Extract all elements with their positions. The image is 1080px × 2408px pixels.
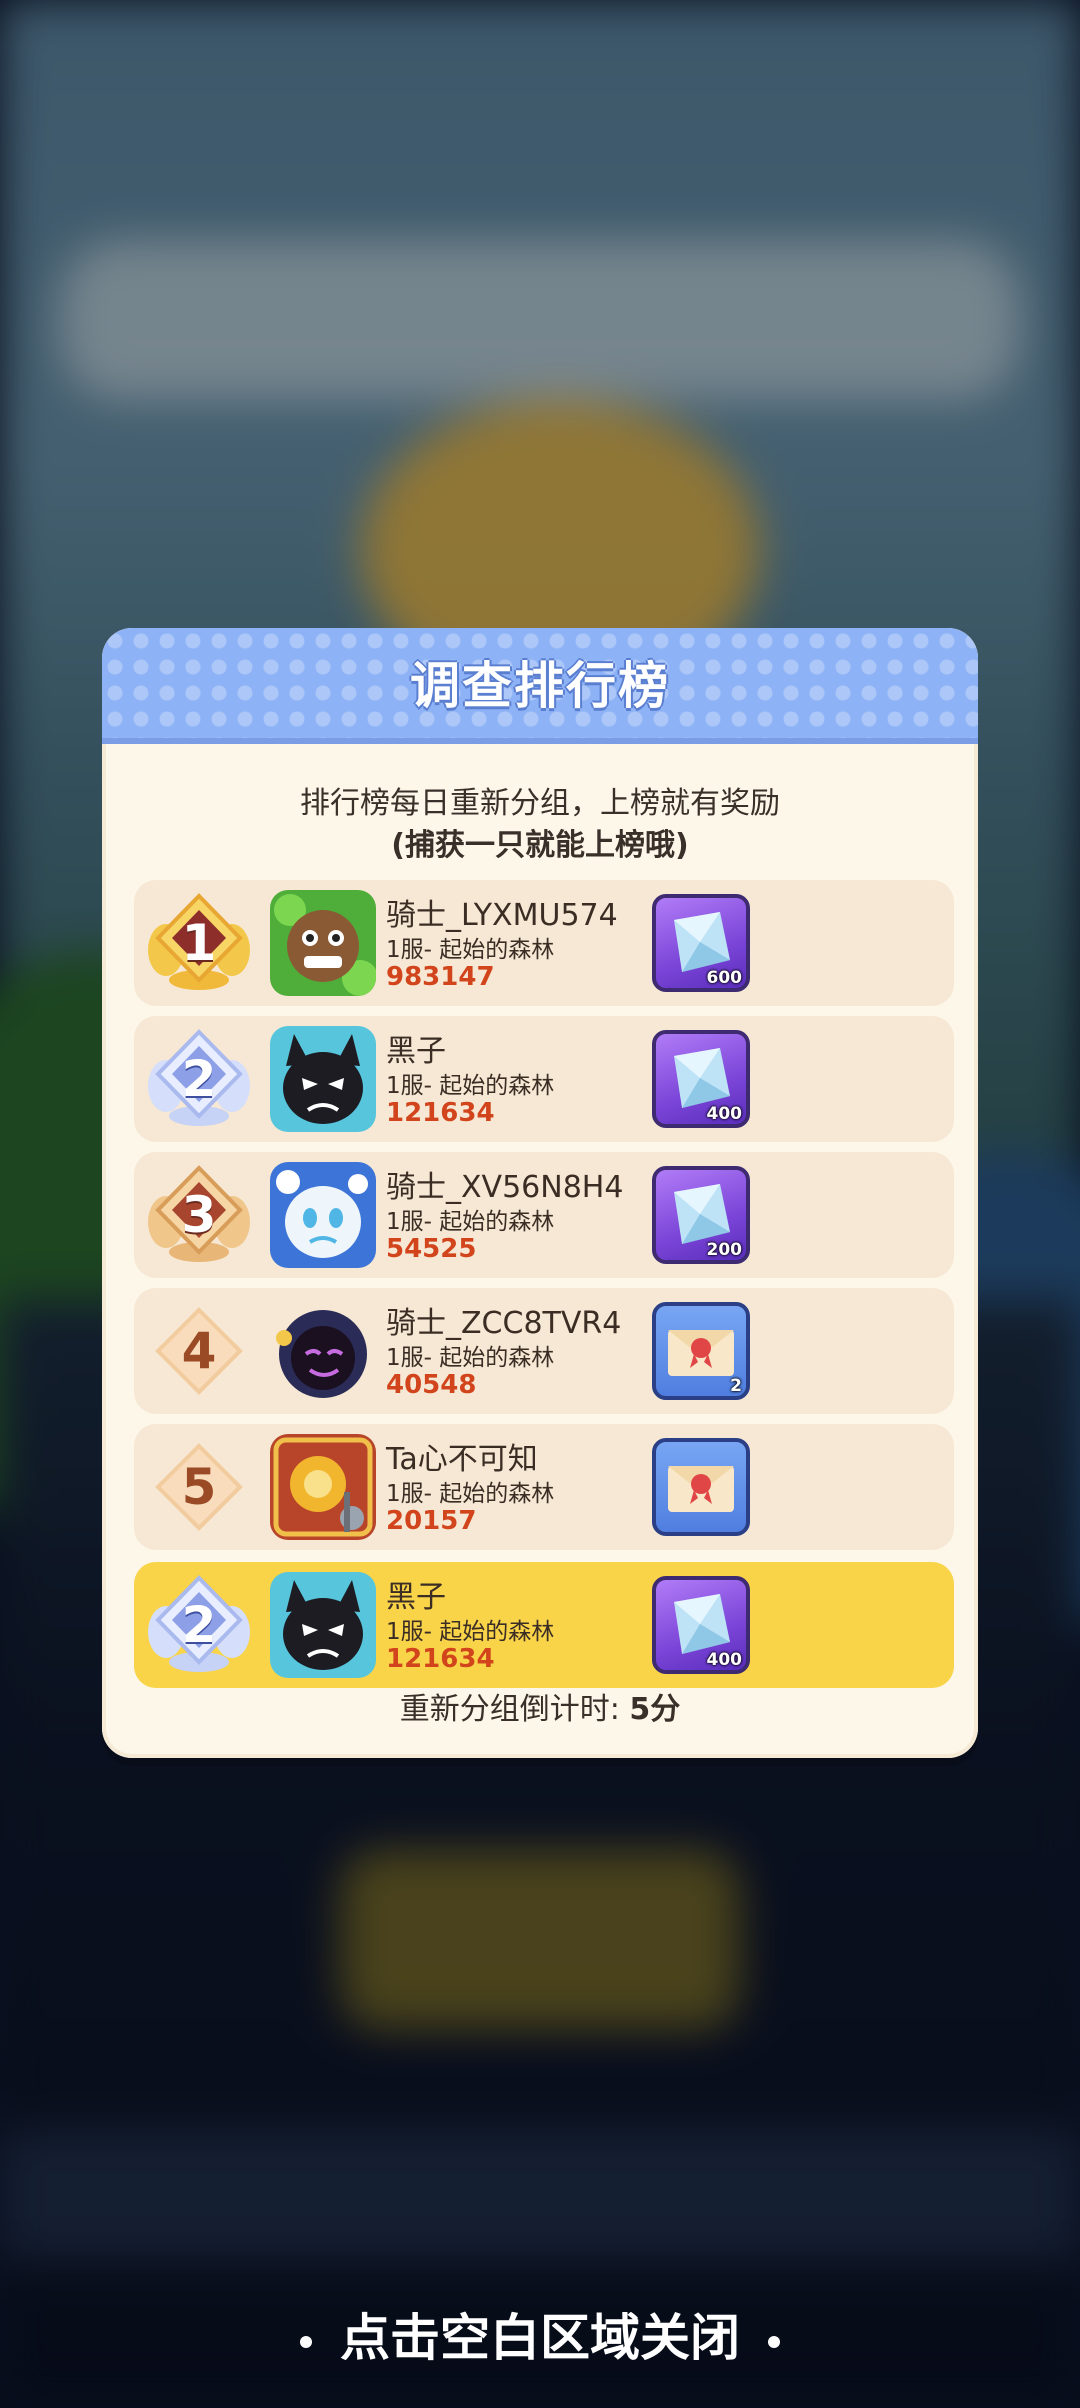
- rank-number: 2: [181, 1596, 217, 1654]
- gem-reward[interactable]: 400: [652, 1576, 750, 1674]
- black-cat-avatar[interactable]: [270, 1572, 376, 1678]
- white-ghost-icon: [270, 1162, 376, 1268]
- brown-monster-icon: [270, 890, 376, 996]
- reward-count: 600: [706, 968, 743, 988]
- mail-reward[interactable]: [652, 1438, 750, 1536]
- description-line-1: 排行榜每日重新分组，上榜就有奖励: [300, 786, 780, 821]
- plain-rank-badge: 4: [144, 1296, 254, 1406]
- player-score: 20157: [386, 1506, 477, 1536]
- gem-reward[interactable]: 200: [652, 1166, 750, 1264]
- player-name: 黑子: [386, 1034, 446, 1069]
- player-name: 骑士_ZCC8TVR4: [386, 1306, 622, 1341]
- player-score: 40548: [386, 1370, 477, 1400]
- player-name: 骑士_LYXMU574: [386, 898, 618, 933]
- leaderboard-row[interactable]: 5 Ta心不可知 1服- 起始的森林 20157: [134, 1424, 954, 1550]
- leaderboard-modal: 调查排行榜 排行榜每日重新分组，上榜就有奖励 (捕获一只就能上榜哦) 1 骑士_…: [102, 628, 978, 1758]
- rank-number: 3: [181, 1186, 217, 1244]
- envelope-icon: [668, 1466, 734, 1512]
- my-rank-row[interactable]: 2 黑子 1服- 起始的森林 121634 400: [134, 1562, 954, 1688]
- golden-warrior-avatar[interactable]: [270, 1434, 376, 1540]
- reward-count: 400: [706, 1104, 743, 1124]
- shadow-monster-icon: [270, 1298, 376, 1404]
- silver-rank-badge: 2: [144, 1024, 254, 1134]
- reward-count: 2: [730, 1376, 742, 1396]
- rank-number: 4: [181, 1322, 217, 1380]
- reward-count: 400: [706, 1650, 743, 1670]
- player-server: 1服- 起始的森林: [386, 1619, 555, 1645]
- black-cat-icon: [270, 1572, 376, 1678]
- reward-count: 200: [706, 1240, 743, 1260]
- dot-icon: [300, 2335, 312, 2348]
- shadow-monster-avatar[interactable]: [270, 1298, 376, 1404]
- black-cat-avatar[interactable]: [270, 1026, 376, 1132]
- mail-reward[interactable]: 2: [652, 1302, 750, 1400]
- description-line-2: (捕获一只就能上榜哦): [391, 828, 689, 863]
- silver-rank-badge: 2: [144, 1570, 254, 1680]
- rank-number: 5: [181, 1458, 217, 1516]
- leaderboard-row[interactable]: 4 骑士_ZCC8TVR4 1服- 起始的森林 40548 2: [134, 1288, 954, 1414]
- player-name: Ta心不可知: [386, 1442, 538, 1477]
- gem-reward[interactable]: 600: [652, 894, 750, 992]
- player-server: 1服- 起始的森林: [386, 1209, 555, 1235]
- bronze-rank-badge: 3: [144, 1160, 254, 1270]
- countdown-label: 重新分组倒计时:: [399, 1692, 620, 1727]
- gem-reward[interactable]: 400: [652, 1030, 750, 1128]
- gold-rank-badge: 1: [144, 888, 254, 998]
- dot-icon: [768, 2335, 780, 2348]
- regroup-countdown: 重新分组倒计时: 5分: [102, 1684, 978, 1728]
- white-ghost-avatar[interactable]: [270, 1162, 376, 1268]
- brown-monster-avatar[interactable]: [270, 890, 376, 996]
- leaderboard-row[interactable]: 2 黑子 1服- 起始的森林 121634 400: [134, 1016, 954, 1142]
- countdown-value: 5分: [629, 1692, 681, 1727]
- player-name: 黑子: [386, 1580, 446, 1615]
- player-score: 121634: [386, 1644, 495, 1674]
- player-score: 121634: [386, 1098, 495, 1128]
- leaderboard-row[interactable]: 1 骑士_LYXMU574 1服- 起始的森林 983147 600: [134, 880, 954, 1006]
- player-server: 1服- 起始的森林: [386, 1073, 555, 1099]
- close-hint-text: 点击空白区域关闭: [340, 2309, 740, 2367]
- player-server: 1服- 起始的森林: [386, 937, 555, 963]
- black-cat-icon: [270, 1026, 376, 1132]
- player-score: 983147: [386, 962, 495, 992]
- tap-to-close-hint[interactable]: 点击空白区域关闭: [0, 2298, 1080, 2378]
- player-server: 1服- 起始的森林: [386, 1481, 555, 1507]
- golden-warrior-icon: [270, 1434, 376, 1540]
- plain-rank-badge: 5: [144, 1432, 254, 1542]
- rank-number: 1: [181, 914, 217, 972]
- rank-number: 2: [181, 1050, 217, 1108]
- leaderboard-row[interactable]: 3 骑士_XV56N8H4 1服- 起始的森林 54525 200: [134, 1152, 954, 1278]
- player-server: 1服- 起始的森林: [386, 1345, 555, 1371]
- player-score: 54525: [386, 1234, 477, 1264]
- modal-title: 调查排行榜: [410, 657, 670, 715]
- player-name: 骑士_XV56N8H4: [386, 1170, 624, 1205]
